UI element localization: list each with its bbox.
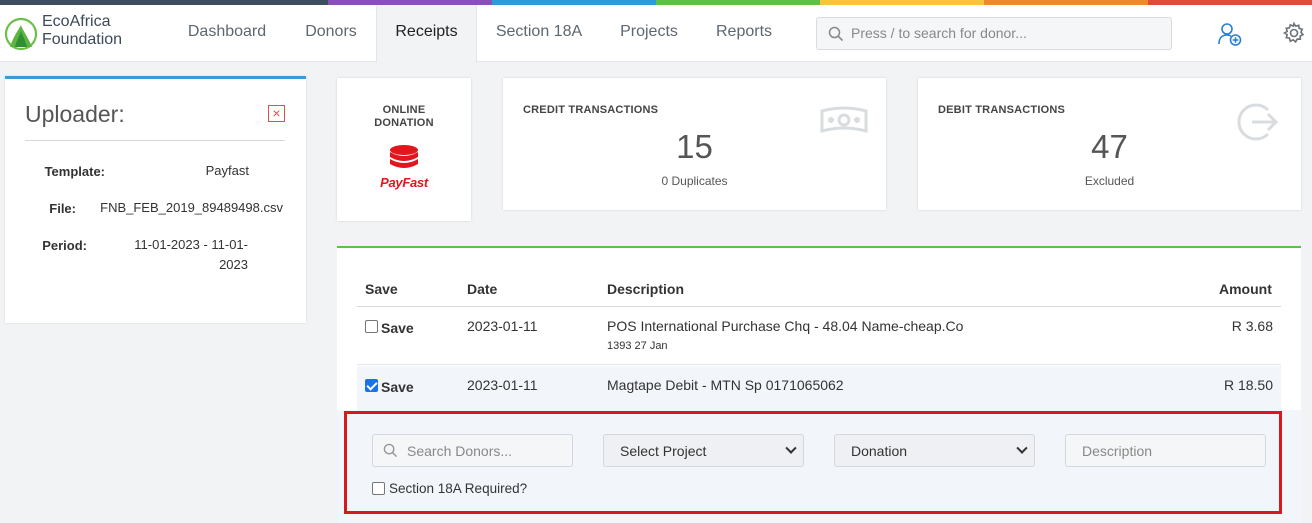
file-label: File: bbox=[49, 201, 76, 216]
save-label: Save bbox=[381, 320, 414, 336]
brand-name-line2: Foundation bbox=[42, 31, 123, 48]
debit-excluded: Excluded bbox=[1084, 174, 1135, 188]
file-value: FNB_FEB_2019_89489498.csv bbox=[100, 200, 283, 215]
credit-transactions-card: CREDIT TRANSACTIONS 15 0 Duplicates bbox=[503, 78, 886, 210]
col-header-date: Date bbox=[467, 281, 498, 297]
credit-label: CREDIT TRANSACTIONS bbox=[523, 104, 659, 116]
row-date: 2023-01-11 bbox=[467, 377, 538, 393]
online-donation-card: ONLINE DONATION PayFast bbox=[337, 78, 471, 221]
row-description: POS International Purchase Chq - 48.04 N… bbox=[607, 318, 964, 334]
row-date: 2023-01-11 bbox=[467, 318, 538, 334]
top-navbar: EcoAfrica Foundation Dashboard Donors Re… bbox=[0, 5, 1312, 63]
col-header-amount: Amount bbox=[1219, 281, 1272, 297]
tab-receipts[interactable]: Receipts bbox=[376, 5, 477, 63]
tab-section-18a[interactable]: Section 18A bbox=[482, 5, 596, 62]
period-label: Period: bbox=[42, 238, 87, 253]
brand-name-line1: EcoAfrica bbox=[42, 13, 111, 30]
uploader-panel: Uploader: × Template: Payfast File: FNB_… bbox=[5, 76, 306, 323]
template-label: Template: bbox=[44, 164, 105, 179]
debit-count: 47 bbox=[1091, 128, 1128, 165]
save-checkbox[interactable] bbox=[365, 320, 378, 333]
debit-label: DEBIT TRANSACTIONS bbox=[938, 104, 1066, 116]
search-icon bbox=[828, 26, 844, 42]
close-icon[interactable]: × bbox=[268, 105, 285, 122]
row-amount: R 18.50 bbox=[1223, 377, 1273, 393]
save-label: Save bbox=[381, 379, 414, 395]
highlight-box bbox=[344, 411, 1282, 514]
debit-transactions-card: DEBIT TRANSACTIONS 47 Excluded bbox=[918, 78, 1301, 210]
col-header-description: Description bbox=[607, 281, 685, 297]
payfast-brand: PayFast bbox=[380, 175, 428, 190]
credit-count: 15 bbox=[676, 128, 713, 165]
online-label-line2: DONATION bbox=[374, 117, 434, 129]
col-header-save: Save bbox=[365, 281, 398, 297]
uploader-title: Uploader: bbox=[25, 101, 125, 127]
period-value-line2: 2023 bbox=[219, 257, 248, 272]
tab-projects[interactable]: Projects bbox=[606, 5, 692, 62]
period-value-line1: 11-01-2023 - 11-01- bbox=[134, 237, 248, 252]
donor-search-box[interactable] bbox=[816, 17, 1172, 50]
table-row: Save 2023-01-11 Magtape Debit - MTN Sp 0… bbox=[357, 366, 1281, 410]
online-label-line1: ONLINE bbox=[382, 104, 426, 116]
divider bbox=[25, 140, 285, 141]
table-row: Save 2023-01-11 POS International Purcha… bbox=[357, 307, 1281, 365]
gear-icon[interactable] bbox=[1282, 21, 1308, 47]
template-value: Payfast bbox=[205, 163, 249, 178]
save-checkbox[interactable] bbox=[365, 379, 378, 392]
tab-reports[interactable]: Reports bbox=[702, 5, 786, 62]
row-amount: R 3.68 bbox=[1231, 318, 1273, 334]
tab-dashboard[interactable]: Dashboard bbox=[172, 5, 282, 62]
add-user-icon[interactable] bbox=[1217, 21, 1243, 47]
tab-donors[interactable]: Donors bbox=[290, 5, 372, 62]
row-description-sub: 1393 27 Jan bbox=[607, 340, 668, 352]
leaf-logo-icon bbox=[4, 17, 38, 51]
credit-duplicates: 0 Duplicates bbox=[661, 174, 728, 188]
donor-search-input[interactable] bbox=[851, 25, 1161, 41]
brand-logo[interactable]: EcoAfrica Foundation bbox=[4, 13, 134, 55]
payfast-logo-icon bbox=[390, 145, 418, 168]
row-description: Magtape Debit - MTN Sp 0171065062 bbox=[607, 377, 844, 393]
